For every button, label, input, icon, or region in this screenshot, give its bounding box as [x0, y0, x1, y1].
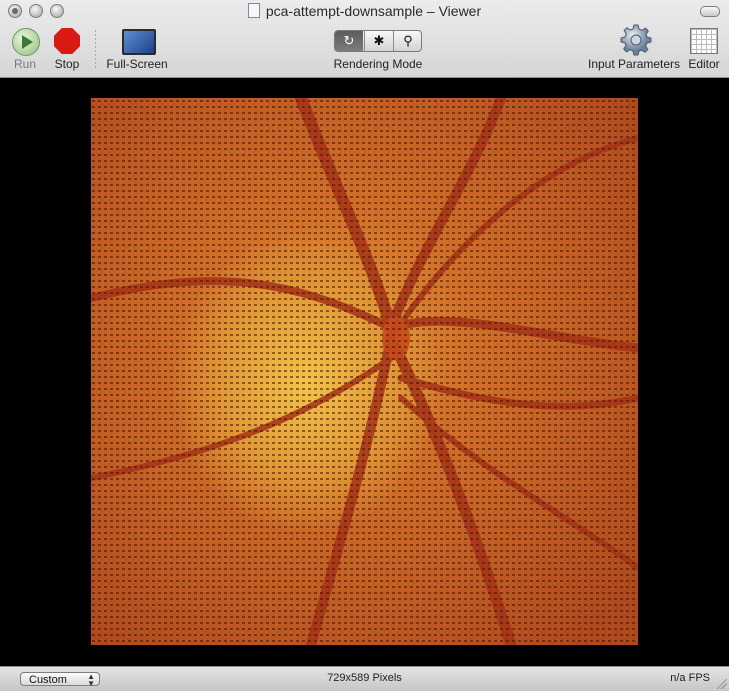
gear-icon: [620, 24, 652, 56]
stop-label: Stop: [54, 57, 80, 71]
spreadsheet-icon: [690, 28, 718, 54]
resize-grip-icon[interactable]: [716, 678, 727, 689]
toolbar-separator: [95, 30, 96, 70]
title-bar[interactable]: pca-attempt-downsample – Viewer: [0, 0, 729, 22]
dimensions-readout: 729x589 Pixels: [327, 672, 402, 684]
play-icon: [12, 28, 40, 56]
document-icon: [247, 3, 260, 18]
fullscreen-label: Full-Screen: [106, 57, 168, 71]
toolbar-toggle-button[interactable]: [700, 6, 720, 17]
render-viewport[interactable]: [0, 78, 729, 665]
run-label: Run: [13, 57, 36, 71]
refresh-icon[interactable]: ↻: [335, 31, 363, 51]
input-parameters-label: Input Parameters: [588, 57, 681, 71]
window-title: pca-attempt-downsample – Viewer: [0, 3, 729, 19]
rendered-fundus-image: [91, 98, 638, 645]
rendering-mode-label: Rendering Mode: [333, 57, 423, 71]
rendering-mode-segmented-control[interactable]: ↻ ✱ ⚲: [334, 30, 422, 52]
window-title-text: pca-attempt-downsample – Viewer: [265, 3, 482, 19]
magnifier-icon[interactable]: ⚲: [393, 31, 421, 51]
bug-icon[interactable]: ✱: [364, 31, 393, 51]
screen-icon: [122, 29, 156, 55]
toolbar: pca-attempt-downsample – Viewer Run Stop…: [0, 0, 729, 78]
fps-readout: n/a FPS: [670, 672, 710, 684]
stop-icon: [54, 28, 80, 54]
editor-label: Editor: [688, 57, 720, 71]
status-bar: Custom ▲ ▼ 729x589 Pixels n/a FPS: [0, 666, 729, 691]
viewer-window: pca-attempt-downsample – Viewer Run Stop…: [0, 0, 729, 691]
